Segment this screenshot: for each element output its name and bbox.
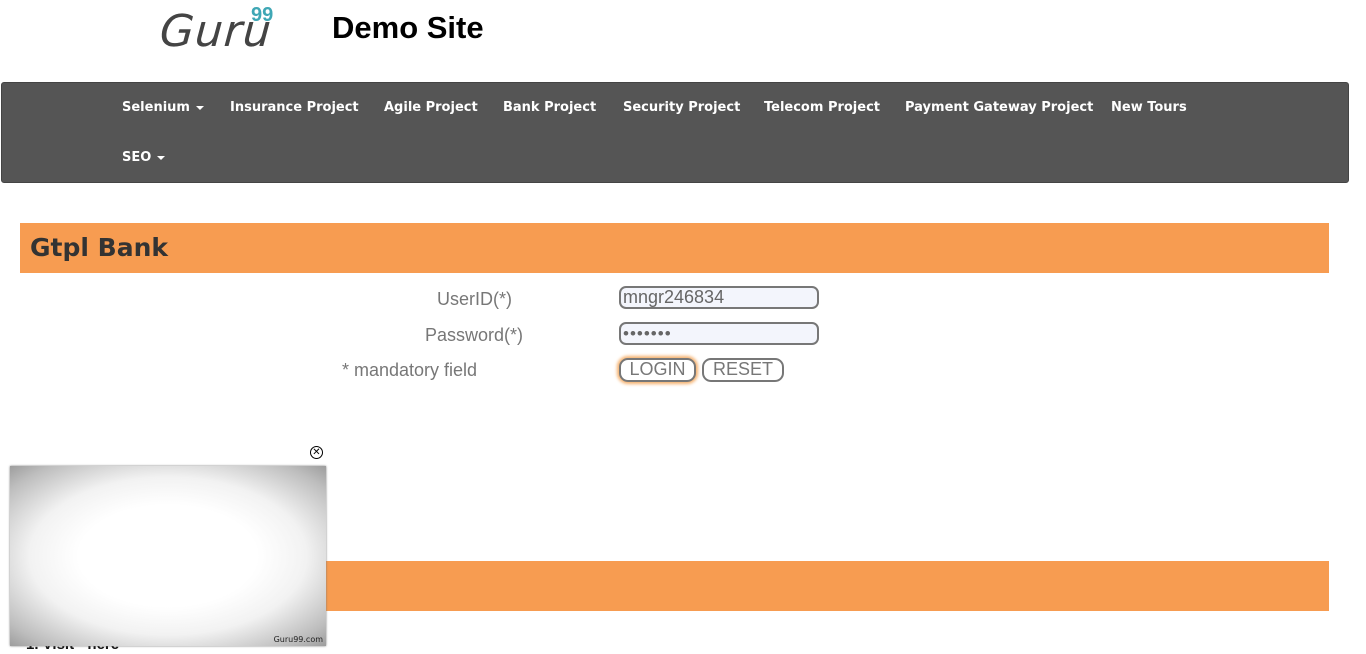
nav-item-telecom-project[interactable]: Telecom Project xyxy=(764,100,880,115)
bank-header-bar: Gtpl Bank xyxy=(20,223,1329,273)
nav-item-bank-project[interactable]: Bank Project xyxy=(503,100,596,115)
mandatory-field-note: * mandatory field xyxy=(342,360,478,380)
bank-title: Gtpl Bank xyxy=(30,233,168,262)
password-label: Password(*) xyxy=(425,325,524,345)
nav-item-seo[interactable]: SEO xyxy=(122,150,166,165)
nav-item-label: Selenium xyxy=(122,100,190,115)
reset-button[interactable]: RESET xyxy=(702,358,784,382)
nav-item-new-tours[interactable]: New Tours xyxy=(1111,100,1187,115)
close-icon[interactable]: ✕ xyxy=(310,446,323,459)
nav-item-label: SEO xyxy=(122,150,152,165)
password-input[interactable]: ••••••• xyxy=(619,322,819,345)
site-title: Demo Site xyxy=(332,10,484,45)
video-overlay[interactable]: Guru99.com xyxy=(10,466,326,646)
nav-item-security-project[interactable]: Security Project xyxy=(623,100,740,115)
video-brand-label: Guru99.com xyxy=(273,635,323,644)
login-button[interactable]: LOGIN xyxy=(619,358,696,382)
userid-label: UserID(*) xyxy=(437,289,512,309)
logo-superscript: 99 xyxy=(251,4,274,26)
nav-item-payment-gateway-project[interactable]: Payment Gateway Project xyxy=(905,100,1093,115)
nav-item-selenium[interactable]: Selenium xyxy=(122,100,204,115)
page: Guru 99 Demo Site Selenium Insurance Pro… xyxy=(0,0,1366,654)
main-navbar: Selenium Insurance Project Agile Project… xyxy=(1,82,1349,183)
caret-down-icon xyxy=(157,155,166,160)
userid-input[interactable]: mngr246834 xyxy=(619,286,819,309)
nav-item-agile-project[interactable]: Agile Project xyxy=(384,100,478,115)
caret-down-icon xyxy=(195,105,204,110)
nav-item-insurance-project[interactable]: Insurance Project xyxy=(230,100,359,115)
